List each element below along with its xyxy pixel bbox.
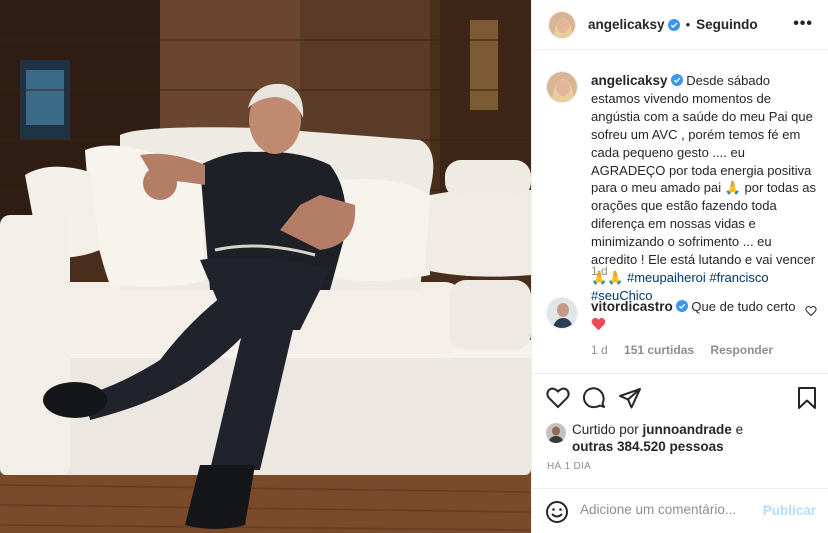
comment: vitordicastro Que de tudo certo <box>591 298 801 315</box>
comment-timestamp[interactable]: 1 d <box>591 343 608 357</box>
comment-meta: 1 d 151 curtidas Responder <box>591 343 786 357</box>
commenter-username[interactable]: vitordicastro <box>591 299 673 314</box>
comment-icon[interactable] <box>582 386 606 410</box>
post-side-panel: angelicaksy • Seguindo ••• angelicaksy D… <box>531 0 828 533</box>
publish-button[interactable]: Publicar <box>763 503 816 518</box>
comment-like-icon[interactable] <box>805 305 817 320</box>
share-icon[interactable] <box>618 386 642 410</box>
liker-avatar[interactable] <box>546 423 566 443</box>
post-photo[interactable] <box>0 0 531 533</box>
add-comment-bar: Publicar <box>532 488 828 533</box>
others-likes-link[interactable]: outras 384.520 pessoas <box>572 439 724 454</box>
post-header: angelicaksy • Seguindo ••• <box>532 0 828 50</box>
verified-badge-icon <box>667 18 680 31</box>
likes-text: Curtido por junnoandrade e outras 384.52… <box>572 421 772 455</box>
comment-text: Que de tudo certo <box>691 299 796 314</box>
caption-username[interactable]: angelicaksy <box>591 73 668 88</box>
liked-by-mid: e <box>731 422 744 437</box>
caption-avatar[interactable] <box>546 71 578 103</box>
comment-heart-emoji <box>591 317 606 334</box>
comments-section: angelicaksy Desde sábado estamos vivendo… <box>532 51 828 376</box>
bookmark-icon[interactable] <box>795 386 819 410</box>
verified-badge-icon <box>675 300 688 312</box>
liked-by-prefix: Curtido por <box>572 422 643 437</box>
post-time-ago[interactable]: HÁ 1 DIA <box>547 461 591 472</box>
following-button[interactable]: Seguindo <box>696 17 758 32</box>
commenter-avatar[interactable] <box>546 297 578 329</box>
caption-text: Desde sábado estamos vivendo momentos de… <box>591 73 817 285</box>
emoji-icon[interactable] <box>545 500 569 524</box>
heart-icon[interactable] <box>546 386 570 410</box>
liker-username[interactable]: junnoandrade <box>643 422 732 437</box>
more-options-icon[interactable]: ••• <box>793 16 813 32</box>
comment-input[interactable] <box>580 502 750 517</box>
caption: angelicaksy Desde sábado estamos vivendo… <box>591 72 821 305</box>
verified-badge-icon <box>670 74 683 86</box>
caption-timestamp[interactable]: 1 d <box>591 264 608 278</box>
author-avatar[interactable] <box>548 10 576 39</box>
reply-button[interactable]: Responder <box>710 343 773 357</box>
post-photo-illustration <box>0 0 531 533</box>
author-username[interactable]: angelicaksy <box>588 17 665 32</box>
separator-dot: • <box>685 17 691 32</box>
comment-likes-count[interactable]: 151 curtidas <box>624 343 694 357</box>
action-bar <box>532 373 828 423</box>
